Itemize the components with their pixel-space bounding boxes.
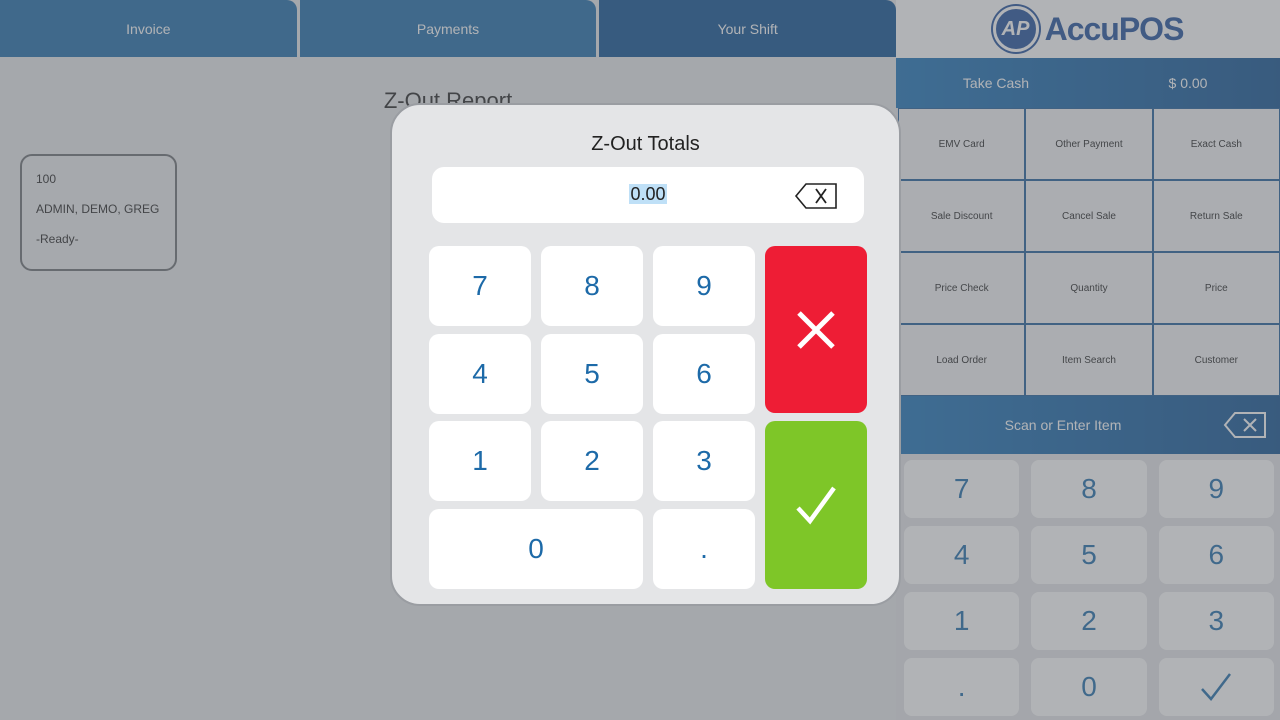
key-7[interactable]: 7 (429, 246, 531, 326)
backspace-icon (794, 183, 837, 209)
cancel-button[interactable] (765, 246, 867, 413)
key-8[interactable]: 8 (541, 246, 643, 326)
key-2[interactable]: 2 (541, 421, 643, 501)
amount-value: 0.00 (629, 184, 667, 204)
key-4[interactable]: 4 (429, 334, 531, 414)
key-3[interactable]: 3 (653, 421, 755, 501)
dialog-title: Z-Out Totals (591, 133, 700, 155)
z-out-totals-dialog: Z-Out Totals 0.00 7 8 9 4 5 6 1 2 3 0 . (390, 103, 901, 606)
key-5[interactable]: 5 (541, 334, 643, 414)
key-9[interactable]: 9 (653, 246, 755, 326)
checkmark-icon (796, 486, 836, 525)
dialog-backspace-button[interactable] (794, 182, 838, 215)
x-icon (797, 310, 835, 349)
amount-display[interactable]: 0.00 (432, 167, 864, 223)
confirm-button[interactable] (765, 421, 867, 589)
key-1[interactable]: 1 (429, 421, 531, 501)
key-0[interactable]: 0 (429, 509, 643, 589)
key-decimal[interactable]: . (653, 509, 755, 589)
key-6[interactable]: 6 (653, 334, 755, 414)
